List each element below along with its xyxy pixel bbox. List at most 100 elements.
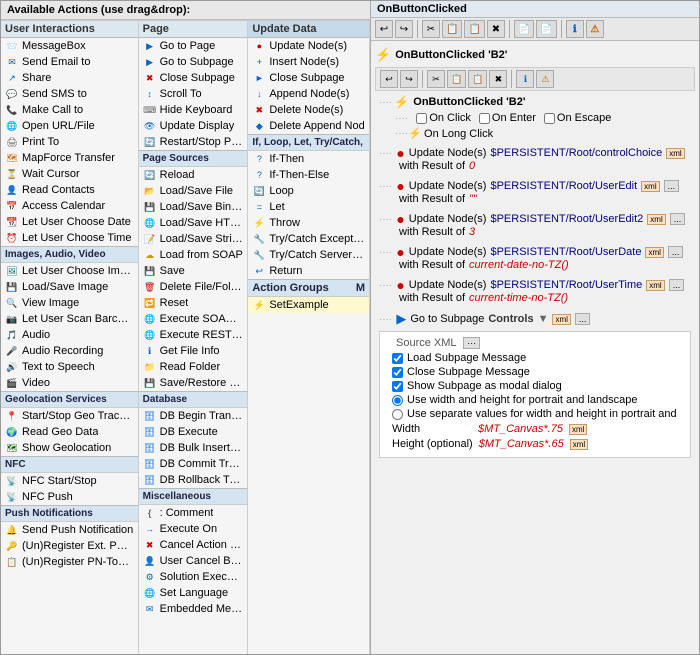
inner-redo[interactable]: ↪	[400, 70, 418, 88]
action-delete-append[interactable]: ◆ Delete Append Nod	[248, 118, 369, 134]
action-audio[interactable]: 🎵 Audio	[1, 327, 138, 343]
inner-copy[interactable]: 📋	[447, 70, 466, 88]
action-comment[interactable]: { : Comment	[139, 505, 248, 521]
inner-warn[interactable]: ⚠	[536, 70, 554, 88]
more-btn-goto[interactable]: ...	[575, 313, 591, 325]
action-nfc-start-stop[interactable]: 📡 NFC Start/Stop	[1, 473, 138, 489]
xml-btn-1[interactable]: xml	[666, 148, 684, 159]
action-db-rollback[interactable]: 🗄 DB Rollback Trans	[139, 472, 248, 488]
more-btn-2[interactable]: ...	[664, 180, 680, 192]
close-subpage-msg-checkbox[interactable]	[392, 367, 403, 378]
action-delete-file[interactable]: 🗑 Delete File/Folder	[139, 279, 248, 295]
action-share[interactable]: ↗ Share	[1, 70, 138, 86]
xml-btn-4[interactable]: xml	[645, 247, 663, 258]
inner-paste[interactable]: 📋	[468, 70, 487, 88]
action-set-language[interactable]: 🌐 Set Language	[139, 585, 248, 601]
action-register-pn-key[interactable]: 🔑 (Un)Register Ext. PN-Key	[1, 538, 138, 554]
action-choose-image[interactable]: 🖼 Let User Choose Image	[1, 263, 138, 279]
action-let[interactable]: = Let	[248, 199, 369, 215]
action-throw[interactable]: ⚡ Throw	[248, 215, 369, 231]
on-click-checkbox[interactable]	[416, 113, 427, 124]
action-calendar[interactable]: 📅 Access Calendar	[1, 198, 138, 214]
action-close-subpage2[interactable]: ► Close Subpage	[248, 70, 369, 86]
action-scroll-to[interactable]: ↕ Scroll To	[139, 86, 248, 102]
doc-button[interactable]: 📄	[514, 20, 534, 38]
action-load-save-file[interactable]: 📂 Load/Save File	[139, 183, 248, 199]
action-view-image[interactable]: 🔍 View Image	[1, 295, 138, 311]
action-register-pn-topics[interactable]: 📋 (Un)Register PN-Topics	[1, 554, 138, 570]
xml-btn-5[interactable]: xml	[646, 280, 664, 291]
action-send-push[interactable]: 🔔 Send Push Notification	[1, 522, 138, 538]
modal-checkbox[interactable]	[392, 381, 403, 392]
action-solution-exec[interactable]: ⚙ Solution Executio	[139, 569, 248, 585]
cut-button[interactable]: ✂	[422, 20, 440, 38]
on-escape-label[interactable]: On Escape	[544, 112, 611, 124]
action-load-save-string[interactable]: 📝 Load/Save String	[139, 231, 248, 247]
action-db-commit[interactable]: 🗄 DB Commit Trans	[139, 456, 248, 472]
inner-cut[interactable]: ✂	[427, 70, 445, 88]
action-user-cancel[interactable]: 👤 User Cancel Beha	[139, 553, 248, 569]
action-mapforce[interactable]: 🗺 MapForce Transfer	[1, 150, 138, 166]
action-choose-date[interactable]: 📆 Let User Choose Date	[1, 214, 138, 230]
width-xml-btn[interactable]: xml	[569, 424, 587, 435]
action-open-url[interactable]: 🌐 Open URL/File	[1, 118, 138, 134]
action-get-file-info[interactable]: ℹ Get File Info	[139, 343, 248, 359]
action-save[interactable]: 💾 Save	[139, 263, 248, 279]
action-print[interactable]: 🖨 Print To	[1, 134, 138, 150]
action-update-display[interactable]: 👁 Update Display	[139, 118, 248, 134]
source-xml-btn[interactable]: ···	[463, 337, 480, 349]
on-enter-label[interactable]: On Enter	[479, 112, 536, 124]
action-insert-nodes[interactable]: + Insert Node(s)	[248, 54, 369, 70]
action-reset[interactable]: 🔁 Reset	[139, 295, 248, 311]
action-show-geo[interactable]: 🗺 Show Geolocation	[1, 440, 138, 456]
action-choose-time[interactable]: ⏰ Let User Choose Time	[1, 230, 138, 246]
copy-button[interactable]: 📋	[442, 20, 462, 38]
doc2-button[interactable]: 📄	[536, 20, 556, 38]
action-send-sms[interactable]: 💬 Send SMS to	[1, 86, 138, 102]
action-wait-cursor[interactable]: ⏳ Wait Cursor	[1, 166, 138, 182]
action-load-save-http[interactable]: 🌐 Load/Save HTTP/F	[139, 215, 248, 231]
action-save-restore-page[interactable]: 💾 Save/Restore Pag	[139, 375, 248, 391]
action-goto-subpage[interactable]: ▶ Go to Subpage	[139, 54, 248, 70]
action-close-subpage[interactable]: ✖ Close Subpage	[139, 70, 248, 86]
action-db-bulk-insert[interactable]: 🗄 DB Bulk Insert Int	[139, 440, 248, 456]
action-messagebox[interactable]: 📨 MessageBox	[1, 38, 138, 54]
inner-info[interactable]: ℹ	[516, 70, 534, 88]
action-nfc-push[interactable]: 📡 NFC Push	[1, 489, 138, 505]
height-xml-btn[interactable]: xml	[570, 439, 588, 450]
more-btn-4[interactable]: ...	[668, 246, 684, 258]
redo-button[interactable]: ↪	[395, 20, 413, 38]
action-db-execute[interactable]: 🗄 DB Execute	[139, 424, 248, 440]
action-if-then[interactable]: ? If-Then	[248, 151, 369, 167]
undo-button[interactable]: ↩	[375, 20, 393, 38]
action-load-soap[interactable]: ☁ Load from SOAP	[139, 247, 248, 263]
xml-btn-goto[interactable]: xml	[552, 314, 570, 325]
action-exec-soap[interactable]: 🌐 Execute SOAP Req	[139, 311, 248, 327]
action-cancel-exec[interactable]: ✖ Cancel Action Exe	[139, 537, 248, 553]
action-read-geo[interactable]: 🌍 Read Geo Data	[1, 424, 138, 440]
paste-button[interactable]: 📋	[464, 20, 484, 38]
info-button[interactable]: ℹ	[566, 20, 584, 38]
radio1[interactable]	[392, 395, 403, 406]
action-restart-page[interactable]: 🔄 Restart/Stop Page	[139, 134, 248, 150]
action-loop[interactable]: 🔄 Loop	[248, 183, 369, 199]
on-enter-checkbox[interactable]	[479, 113, 490, 124]
action-try-catch[interactable]: 🔧 Try/Catch Exceptions	[248, 231, 369, 247]
action-tts[interactable]: 🔊 Text to Speech	[1, 359, 138, 375]
action-load-save-image[interactable]: 💾 Load/Save Image	[1, 279, 138, 295]
action-read-contacts[interactable]: 👤 Read Contacts	[1, 182, 138, 198]
load-subpage-checkbox[interactable]	[392, 353, 403, 364]
action-goto-page[interactable]: ▶ Go to Page	[139, 38, 248, 54]
action-exec-rest[interactable]: 🌐 Execute REST Req	[139, 327, 248, 343]
action-video[interactable]: 🎬 Video	[1, 375, 138, 391]
action-scan-barcode[interactable]: 📷 Let User Scan Barcode	[1, 311, 138, 327]
action-read-folder[interactable]: 📁 Read Folder	[139, 359, 248, 375]
action-reload[interactable]: 🔄 Reload	[139, 167, 248, 183]
action-hide-keyboard[interactable]: ⌨ Hide Keyboard	[139, 102, 248, 118]
action-embedded-message[interactable]: ✉ Embedded Messa	[139, 601, 248, 617]
action-db-begin[interactable]: 🗄 DB Begin Transac	[139, 408, 248, 424]
radio2[interactable]	[392, 409, 403, 420]
action-load-save-binary[interactable]: 💾 Load/Save Binary	[139, 199, 248, 215]
action-execute-on[interactable]: → Execute On	[139, 521, 248, 537]
action-set-example[interactable]: ⚡ SetExample	[248, 297, 369, 313]
